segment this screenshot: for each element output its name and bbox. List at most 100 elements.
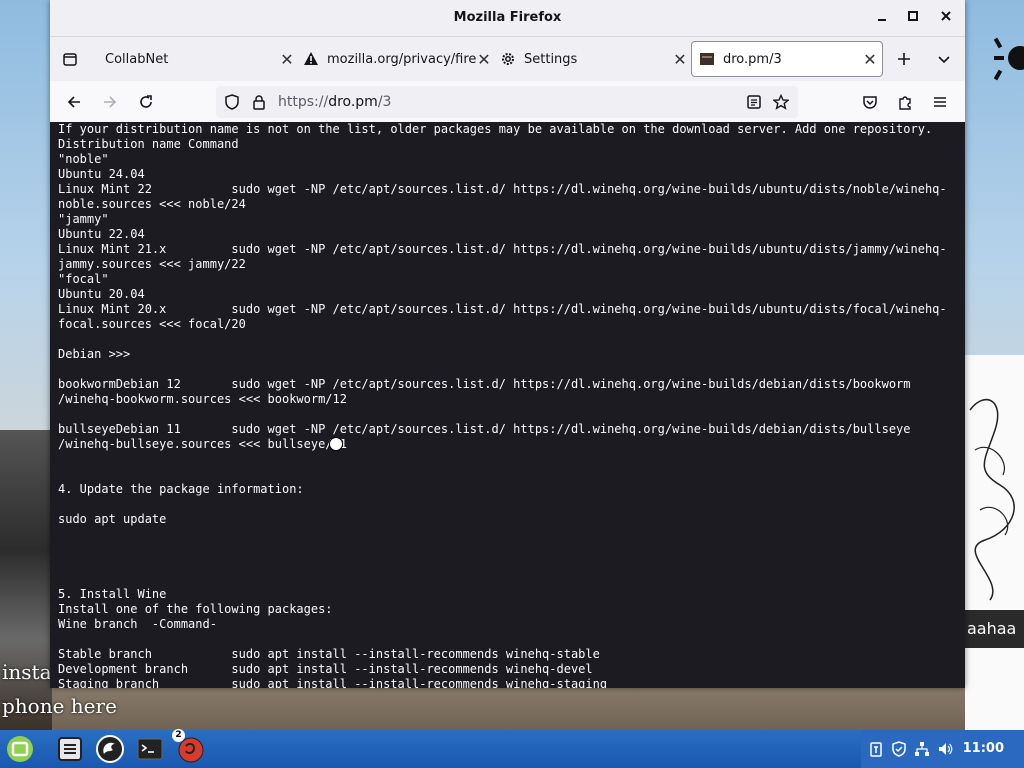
page-line: Distribution name Command [58, 137, 239, 151]
url-text[interactable]: https://dro.pm/3 [278, 86, 391, 118]
page-line: 5. Install Wine [58, 587, 167, 601]
firefox-icon [96, 735, 124, 763]
tracking-protection-shield-icon[interactable] [224, 94, 240, 114]
mouse-cursor [329, 437, 343, 451]
url-bar[interactable]: https://dro.pm/3 [216, 86, 798, 118]
terminal-icon [137, 738, 163, 760]
warning-icon [303, 51, 319, 67]
lock-icon[interactable] [251, 94, 267, 114]
page-line: Debian >>> [58, 347, 131, 361]
hamburger-menu-icon [934, 97, 946, 107]
clock[interactable]: 11:00 [963, 730, 1004, 768]
page-line: Linux Mint 20.x sudo wget -NP /etc/apt/s… [58, 302, 947, 316]
taskbar: 2 11:00 [0, 729, 1024, 768]
tab-dro-pm[interactable]: dro.pm/3 ✕ [691, 41, 883, 77]
network-tray-icon[interactable] [913, 740, 931, 758]
tab-bar: CollabNet ✕ mozilla.org/privacy/fire ✕ S… [50, 37, 965, 81]
arrow-left-icon [67, 96, 80, 108]
page-line: jammy.sources <<< jammy/22 [58, 257, 246, 271]
maximize-icon [908, 11, 918, 21]
page-line: If your distribution name is not on the … [58, 122, 933, 136]
maximize-button[interactable] [901, 6, 925, 30]
page-line: Ubuntu 24.04 [58, 167, 145, 181]
title-bar: Mozilla Firefox [50, 0, 965, 37]
files-launcher[interactable] [54, 733, 86, 765]
plus-icon [898, 53, 910, 65]
pocket-icon [863, 96, 877, 109]
url-host: dro.pm [328, 94, 378, 110]
update-count-badge: 2 [172, 729, 185, 742]
page-line: Staging branch sudo apt install --instal… [58, 677, 608, 688]
reload-button[interactable] [132, 88, 160, 116]
menu-button[interactable] [926, 88, 954, 116]
page-line: Development branch sudo apt install --in… [58, 662, 593, 676]
tab-close-button[interactable]: ✕ [862, 50, 878, 69]
page-line: 4. Update the package information: [58, 482, 304, 496]
page-line: Linux Mint 22 sudo wget -NP /etc/apt/sou… [58, 182, 947, 196]
firefox-window: Mozilla Firefox CollabNet ✕ mozilla.org/… [50, 0, 965, 688]
url-path: /3 [377, 94, 392, 110]
mint-menu-icon [7, 736, 33, 762]
reload-icon [140, 95, 152, 108]
new-tab-button[interactable] [890, 45, 918, 73]
files-icon [58, 737, 82, 761]
reader-view-icon[interactable] [746, 94, 762, 114]
pocket-button[interactable] [856, 88, 884, 116]
page-line: "noble" [58, 152, 109, 166]
forward-button[interactable] [96, 88, 124, 116]
arrow-right-icon [104, 96, 117, 108]
page-line: /winehq-bullseye.sources <<< bullseye/11 [58, 437, 347, 451]
volume-tray-icon[interactable] [936, 740, 954, 758]
page-line: /winehq-bookworm.sources <<< bookworm/12 [58, 392, 347, 406]
window-title: Mozilla Firefox [453, 10, 562, 25]
extensions-button[interactable] [891, 88, 919, 116]
mint-menu-button[interactable] [4, 733, 36, 765]
page-line: "jammy" [58, 212, 109, 226]
wallpaper-sketch [969, 398, 1015, 601]
page-line: Wine branch -Command- [58, 617, 217, 631]
page-content: If your distribution name is not on the … [50, 122, 965, 688]
tab-mozilla-privacy[interactable]: mozilla.org/privacy/fire ✕ [295, 41, 492, 77]
page-line: Ubuntu 20.04 [58, 287, 145, 301]
minimize-icon [878, 19, 886, 21]
shield-tray-icon[interactable] [890, 740, 908, 758]
gear-icon [500, 51, 516, 67]
page-line: sudo apt update [58, 512, 167, 526]
tab-close-button[interactable]: ✕ [672, 50, 688, 69]
bookmark-star-icon[interactable] [772, 93, 790, 114]
page-line: Ubuntu 22.04 [58, 227, 145, 241]
puzzle-icon [899, 96, 911, 110]
page-line: bullseyeDebian 11 sudo wget -NP /etc/apt… [58, 422, 911, 436]
close-window-button[interactable] [934, 6, 958, 30]
page-line: bookwormDebian 12 sudo wget -NP /etc/apt… [58, 377, 911, 391]
tab-overview-button[interactable] [56, 45, 84, 73]
navigation-toolbar: https://dro.pm/3 [50, 81, 965, 123]
minimize-button[interactable] [870, 6, 894, 30]
page-line: Linux Mint 21.x sudo wget -NP /etc/apt/s… [58, 242, 947, 256]
page-line: "focal" [58, 272, 109, 286]
tab-overview-icon [63, 53, 77, 66]
back-button[interactable] [60, 88, 88, 116]
clipboard-tray-icon[interactable] [867, 740, 885, 758]
tab-label: dro.pm/3 [723, 51, 782, 67]
page-text: If your distribution name is not on the … [50, 122, 965, 688]
wallpaper-text-right: aahaa [965, 610, 1024, 648]
list-all-tabs-button[interactable] [930, 45, 958, 73]
tab-close-button[interactable]: ✕ [279, 50, 295, 69]
tab-settings[interactable]: Settings ✕ [492, 41, 688, 77]
tab-label: mozilla.org/privacy/fire [327, 51, 476, 67]
firefox-launcher[interactable] [94, 733, 126, 765]
terminal-launcher[interactable] [134, 733, 166, 765]
tab-close-button[interactable]: ✕ [476, 50, 492, 69]
update-manager-button[interactable]: 2 [172, 729, 206, 765]
chevron-down-icon [938, 56, 950, 64]
site-favicon-icon [699, 51, 715, 67]
close-icon [941, 11, 951, 21]
system-tray: 11:00 [861, 730, 1024, 768]
page-line: Install one of the following packages: [58, 602, 333, 616]
tab-collabnet[interactable]: CollabNet ✕ [95, 41, 295, 77]
page-line: noble.sources <<< noble/24 [58, 197, 246, 211]
page-line: focal.sources <<< focal/20 [58, 317, 246, 331]
url-scheme: https:// [278, 94, 329, 110]
wallpaper-sun-rays [994, 37, 1024, 81]
